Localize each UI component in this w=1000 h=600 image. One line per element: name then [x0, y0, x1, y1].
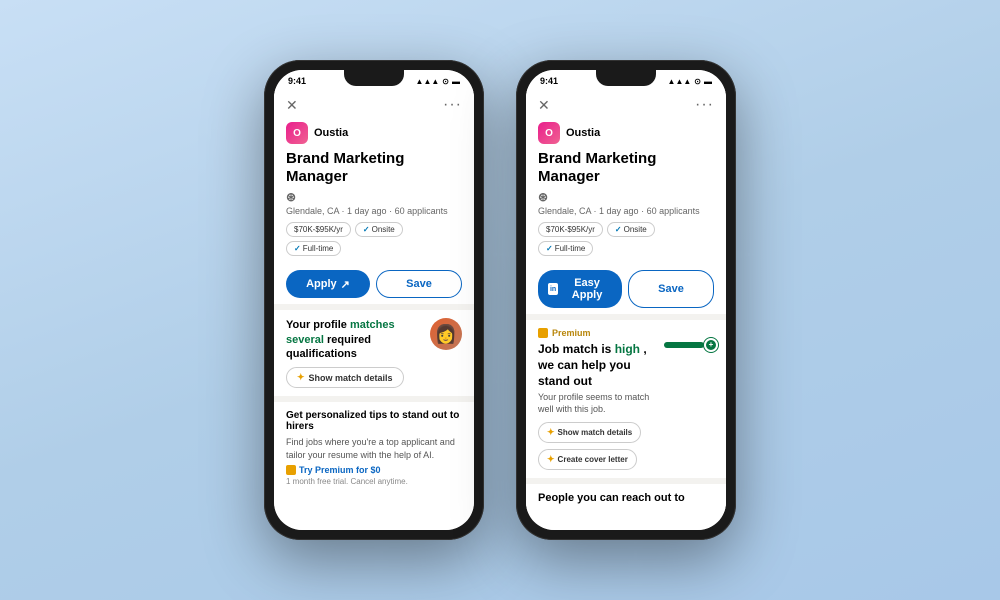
job-title-left: Brand Marketing Manager ⊛: [286, 150, 462, 204]
company-row-right: O Oustia: [538, 122, 714, 144]
wifi-icon-left: ⊙: [442, 77, 449, 86]
job-header-right: O Oustia Brand Marketing Manager ⊛ Glend…: [526, 118, 726, 264]
match-desc-right: Your profile seems to match well with th…: [538, 392, 656, 415]
people-reach-section-right: People you can reach out to: [526, 478, 726, 512]
status-icons-right: ▲▲▲ ⊙ ▬: [668, 77, 712, 86]
nav-bar-left: ✕ ···: [274, 88, 474, 118]
screen-right: 9:41 ▲▲▲ ⊙ ▬ ✕ ··· O Oustia: [526, 70, 726, 530]
match-card-left: Your profile matches several required qu…: [274, 304, 474, 396]
premium-label-right: Premium: [538, 328, 714, 338]
tags-row-right: $70K-$95K/yr ✓ Onsite ✓ Full-time: [538, 222, 714, 256]
tag-salary-right: $70K-$95K/yr: [538, 222, 603, 237]
slider-thumb-right: [704, 338, 718, 352]
more-menu-left[interactable]: ···: [443, 96, 462, 114]
close-button-left[interactable]: ✕: [286, 97, 298, 114]
tips-desc-left: Find jobs where you're a top applicant a…: [286, 436, 462, 461]
premium-dot-right: [538, 328, 548, 338]
tags-row-left: $70K-$95K/yr ✓ Onsite ✓ Full-time: [286, 222, 462, 256]
apply-icon-left: ↗: [341, 278, 350, 291]
wifi-icon-right: ⊙: [694, 77, 701, 86]
slider-track-right: [664, 342, 714, 348]
job-header-left: O Oustia Brand Marketing Manager ⊛ Glend…: [274, 118, 474, 264]
tag-salary-left: $70K-$95K/yr: [286, 222, 351, 237]
notch-right: [596, 70, 656, 86]
phone-content-right: ✕ ··· O Oustia Brand Marketing Manager ⊛…: [526, 88, 726, 530]
phone-right: 9:41 ▲▲▲ ⊙ ▬ ✕ ··· O Oustia: [516, 60, 736, 540]
phone-content-left: ✕ ··· O Oustia Brand Marketing Manager ⊛…: [274, 88, 474, 530]
verified-icon-right: ⊛: [538, 190, 548, 204]
slider-fill-right: [664, 342, 704, 348]
job-meta-right: Glendale, CA · 1 day ago · 60 applicants: [538, 206, 714, 216]
battery-icon-right: ▬: [704, 77, 712, 86]
star-icon-cover-right: ✦: [547, 454, 555, 465]
tag-fulltime-left: ✓ Full-time: [286, 241, 341, 256]
match-description-left: Your profile matches several required qu…: [286, 318, 422, 361]
easy-apply-button-right[interactable]: in Easy Apply: [538, 270, 622, 308]
status-icons-left: ▲▲▲ ⊙ ▬: [416, 77, 460, 86]
tag-onsite-right: ✓ Onsite: [607, 222, 655, 237]
signal-icon-right: ▲▲▲: [668, 77, 692, 86]
tips-title-left: Get personalized tips to stand out to hi…: [286, 410, 462, 432]
close-button-right[interactable]: ✕: [538, 97, 550, 114]
screen-left: 9:41 ▲▲▲ ⊙ ▬ ✕ ··· O Oustia: [274, 70, 474, 530]
verified-icon-left: ⊛: [286, 190, 296, 204]
action-buttons-right: in Easy Apply Save: [526, 264, 726, 314]
premium-link-left[interactable]: Try Premium for $0: [286, 465, 462, 475]
battery-icon-left: ▬: [452, 77, 460, 86]
nav-bar-right: ✕ ···: [526, 88, 726, 118]
tag-fulltime-right: ✓ Full-time: [538, 241, 593, 256]
tag-onsite-left: ✓ Onsite: [355, 222, 403, 237]
apply-button-left[interactable]: Apply ↗: [286, 270, 370, 298]
create-cover-button-right[interactable]: ✦ Create cover letter: [538, 449, 637, 470]
company-logo-right: O: [538, 122, 560, 144]
slider-container-right: [656, 342, 714, 348]
show-match-button-right[interactable]: ✦ Show match details: [538, 422, 641, 443]
more-menu-right[interactable]: ···: [695, 96, 714, 114]
company-name-left: Oustia: [314, 127, 348, 139]
show-match-button-left[interactable]: ✦ Show match details: [286, 367, 404, 388]
match-text-left: Your profile matches several required qu…: [286, 318, 462, 361]
notch-left: [344, 70, 404, 86]
linkedin-icon-right: in: [548, 283, 558, 295]
company-name-right: Oustia: [566, 127, 600, 139]
trial-text-left: 1 month free trial. Cancel anytime.: [286, 477, 462, 486]
match-high-card-right: Premium Job match is high , we can help …: [526, 314, 726, 477]
job-title-right: Brand Marketing Manager ⊛: [538, 150, 714, 204]
time-left: 9:41: [288, 76, 306, 86]
company-logo-left: O: [286, 122, 308, 144]
avatar-left: 👩: [430, 318, 462, 350]
premium-badge-left: [286, 465, 296, 475]
company-row-left: O Oustia: [286, 122, 462, 144]
star-icon-show-right: ✦: [547, 427, 555, 438]
match-buttons-row-right: ✦ Show match details ✦ Create cover lett…: [538, 422, 714, 470]
action-buttons-left: Apply ↗ Save: [274, 264, 474, 304]
tips-section-left: Get personalized tips to stand out to hi…: [274, 402, 474, 494]
job-meta-left: Glendale, CA · 1 day ago · 60 applicants: [286, 206, 462, 216]
match-header-row-right: Job match is high , we can help you stan…: [538, 342, 714, 415]
people-title-right: People you can reach out to: [538, 492, 714, 504]
job-match-text-right: Job match is high , we can help you stan…: [538, 342, 656, 389]
star-icon-left: ✦: [297, 372, 305, 383]
save-button-right[interactable]: Save: [628, 270, 714, 308]
signal-icon-left: ▲▲▲: [416, 77, 440, 86]
match-text-col-right: Job match is high , we can help you stan…: [538, 342, 656, 415]
time-right: 9:41: [540, 76, 558, 86]
phone-left: 9:41 ▲▲▲ ⊙ ▬ ✕ ··· O Oustia: [264, 60, 484, 540]
save-button-left[interactable]: Save: [376, 270, 462, 298]
